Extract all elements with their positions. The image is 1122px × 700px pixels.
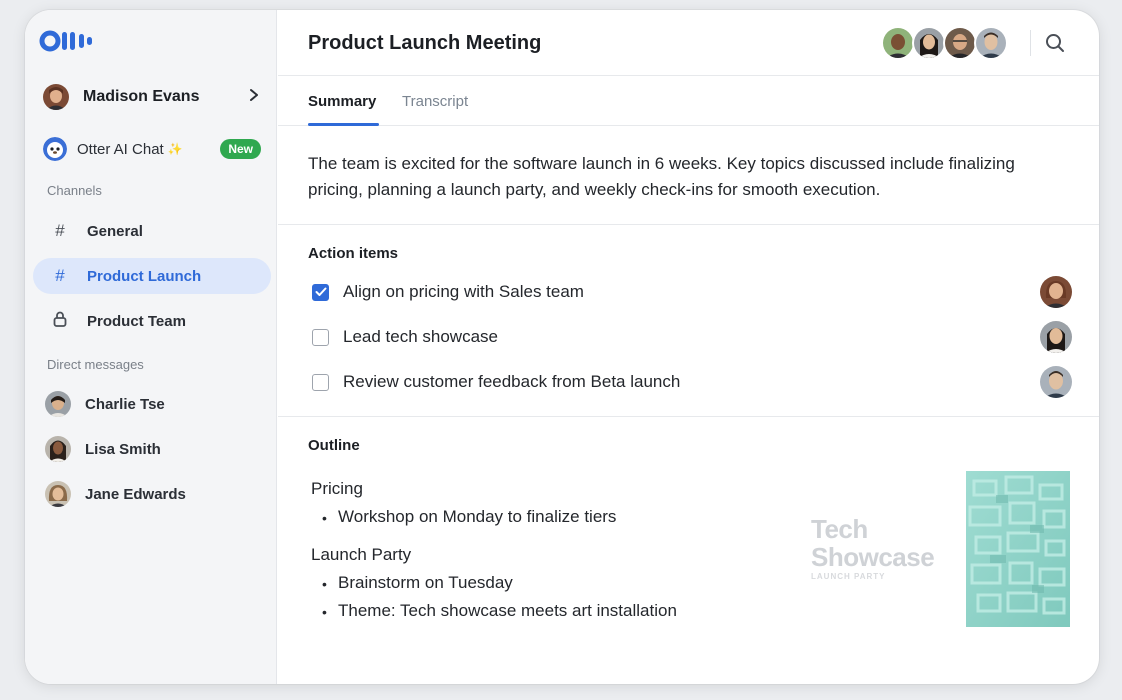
- dm-name: Charlie Tse: [85, 395, 165, 413]
- direct-messages-heading: Direct messages: [47, 357, 144, 372]
- avatar: [45, 391, 71, 417]
- showcase-line: Showcase: [811, 542, 935, 572]
- meeting-tabs: Summary Transcript: [278, 76, 1099, 126]
- outline-heading: Outline: [308, 437, 360, 454]
- tab-summary[interactable]: Summary: [308, 93, 376, 110]
- action-items-heading: Action items: [308, 245, 399, 262]
- dm-lisa-smith[interactable]: Lisa Smith: [45, 434, 265, 464]
- checkbox-unchecked[interactable]: [312, 328, 329, 346]
- assignee-avatar[interactable]: [1040, 321, 1072, 353]
- participant-avatar[interactable]: [974, 26, 1008, 60]
- outline-topic: Pricing: [311, 479, 363, 498]
- channel-general[interactable]: # General: [33, 213, 271, 249]
- bullet-dot: •: [322, 604, 327, 620]
- participant-avatar[interactable]: [943, 26, 977, 60]
- main-panel: Product Launch Meeting Summary Transcrip…: [278, 10, 1099, 684]
- user-avatar: [43, 84, 69, 110]
- search-icon[interactable]: [1044, 32, 1066, 54]
- avatar: [45, 436, 71, 462]
- hash-icon: #: [55, 266, 65, 285]
- showcase-subline: LAUNCH PARTY: [811, 572, 886, 581]
- tech-showcase-graphic: Tech Showcase LAUNCH PARTY: [811, 514, 935, 581]
- otter-mascot-icon: [43, 137, 67, 161]
- outline-bullet: • Theme: Tech showcase meets art install…: [322, 601, 677, 623]
- hash-icon: #: [55, 221, 65, 240]
- lock-icon: [51, 311, 69, 332]
- channel-label: General: [87, 222, 143, 240]
- active-tab-indicator: [308, 123, 379, 126]
- showcase-line: Tech: [811, 514, 868, 544]
- tab-transcript[interactable]: Transcript: [402, 93, 468, 110]
- new-badge: New: [220, 139, 261, 159]
- otter-chat-label: Otter AI Chat: [77, 140, 164, 158]
- outline-bullet-text: Brainstorm on Tuesday: [338, 573, 513, 592]
- meeting-title: Product Launch Meeting: [308, 32, 542, 54]
- assignee-avatar[interactable]: [1040, 276, 1072, 308]
- participant-avatars[interactable]: [881, 26, 1008, 60]
- section-divider: [278, 224, 1099, 225]
- tech-showcase-image[interactable]: [966, 471, 1070, 627]
- participant-avatar[interactable]: [881, 26, 915, 60]
- header-divider: [1030, 30, 1031, 56]
- section-divider: [278, 416, 1099, 417]
- checkbox-unchecked[interactable]: [312, 373, 329, 391]
- action-item-text: Align on pricing with Sales team: [343, 282, 584, 301]
- otter-logo[interactable]: [39, 30, 101, 52]
- checkbox-checked[interactable]: [312, 283, 329, 301]
- app-window: Madison Evans Otter AI Chat ✨ New Channe…: [25, 10, 1099, 684]
- otter-ai-chat[interactable]: Otter AI Chat ✨ New: [43, 136, 261, 162]
- bullet-dot: •: [322, 576, 327, 592]
- user-name: Madison Evans: [83, 88, 200, 105]
- dm-jane-edwards[interactable]: Jane Edwards: [45, 479, 265, 509]
- sidebar: Madison Evans Otter AI Chat ✨ New Channe…: [25, 10, 277, 684]
- dm-charlie-tse[interactable]: Charlie Tse: [45, 389, 265, 419]
- channel-label: Product Launch: [87, 267, 202, 285]
- sparkle-icon: ✨: [167, 142, 183, 156]
- dm-name: Lisa Smith: [85, 440, 161, 458]
- action-item: Review customer feedback from Beta launc…: [312, 366, 1072, 398]
- dm-name: Jane Edwards: [85, 485, 186, 503]
- channel-product-launch[interactable]: # Product Launch: [33, 258, 271, 294]
- channels-heading: Channels: [47, 183, 102, 198]
- outline-bullet-text: Workshop on Monday to finalize tiers: [338, 507, 617, 526]
- channel-product-team[interactable]: Product Team: [33, 303, 271, 339]
- channel-label: Product Team: [87, 312, 186, 330]
- avatar: [45, 481, 71, 507]
- assignee-avatar[interactable]: [1040, 366, 1072, 398]
- outline-bullet-text: Theme: Tech showcase meets art installat…: [338, 601, 677, 620]
- action-item-text: Lead tech showcase: [343, 327, 498, 346]
- action-item: Lead tech showcase: [312, 321, 1072, 353]
- account-menu[interactable]: Madison Evans: [43, 82, 259, 112]
- outline-topic: Launch Party: [311, 545, 412, 564]
- meeting-summary: The team is excited for the software lau…: [308, 154, 1015, 199]
- bullet-dot: •: [322, 510, 327, 526]
- action-item: Align on pricing with Sales team: [312, 276, 1072, 308]
- outline-bullet: • Brainstorm on Tuesday: [322, 573, 513, 595]
- participant-avatar[interactable]: [912, 26, 946, 60]
- chevron-right-icon: [249, 88, 259, 106]
- outline-bullet: • Workshop on Monday to finalize tiers: [322, 507, 616, 529]
- meeting-header: Product Launch Meeting: [278, 10, 1099, 76]
- action-item-text: Review customer feedback from Beta launc…: [343, 372, 681, 391]
